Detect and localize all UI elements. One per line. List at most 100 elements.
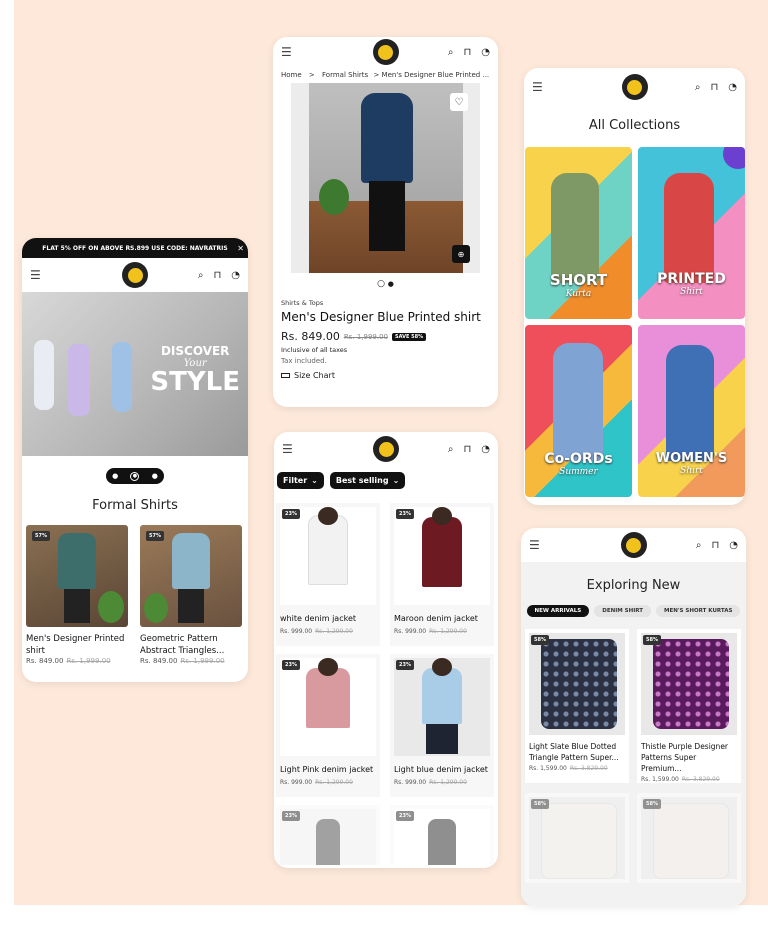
- product-price: Rs. 849.00: [281, 330, 340, 343]
- tab-new-arrivals[interactable]: NEW ARRIVALS: [526, 605, 590, 617]
- collection-short-kurta[interactable]: SHORT Kurta: [525, 147, 632, 319]
- filter-button[interactable]: Filter ⌄: [277, 472, 324, 489]
- product-card[interactable]: 58%: [525, 793, 629, 883]
- logo[interactable]: [621, 74, 648, 100]
- sort-button[interactable]: Best selling ⌄: [329, 472, 406, 489]
- product-name[interactable]: Maroon denim jacket: [394, 613, 490, 625]
- header: ☰ ⌕ ⊓ ◔: [273, 37, 498, 67]
- support-icon[interactable]: ◔: [231, 270, 240, 281]
- product-card[interactable]: 23% Maroon denim jacket Rs. 999.00 Rs. 1,…: [390, 503, 494, 646]
- support-icon[interactable]: ◔: [729, 540, 738, 551]
- discount-badge: 58%: [531, 799, 549, 809]
- model-figure: [34, 340, 54, 410]
- bag-icon[interactable]: ⊓: [710, 82, 718, 93]
- search-icon[interactable]: ⌕: [696, 540, 702, 551]
- menu-icon[interactable]: ☰: [30, 268, 41, 282]
- hero-banner[interactable]: DISCOVER Your STYLE: [22, 292, 248, 456]
- product-name[interactable]: Men's Designer Printed shirt: [26, 633, 128, 657]
- search-icon[interactable]: ⌕: [448, 47, 454, 58]
- bag-icon[interactable]: ⊓: [463, 47, 471, 58]
- bag-icon[interactable]: ⊓: [213, 270, 221, 281]
- size-chart-label: Size Chart: [294, 371, 335, 380]
- exploring-title: Exploring New: [586, 578, 681, 593]
- product-category: Shirts & Tops: [281, 299, 324, 307]
- banner-line-3: STYLE: [150, 367, 240, 397]
- breadcrumb-home[interactable]: Home: [281, 71, 302, 79]
- collection-womens-shirt[interactable]: WOMEN'S Shirt: [638, 325, 745, 497]
- gallery-dots[interactable]: ○ ●: [273, 279, 498, 289]
- menu-icon[interactable]: ☰: [529, 538, 540, 552]
- size-chart-link[interactable]: Size Chart: [281, 371, 490, 380]
- product-grid: 57% Men's Designer Printed shirt Rs. 849…: [22, 525, 248, 665]
- product-name[interactable]: white denim jacket: [280, 613, 376, 625]
- menu-icon[interactable]: ☰: [281, 45, 292, 59]
- product-price: Rs. 999.00 Rs. 1,299.00: [280, 628, 353, 635]
- search-icon[interactable]: ⌕: [198, 270, 204, 281]
- logo[interactable]: [372, 39, 399, 65]
- support-icon[interactable]: ◔: [481, 444, 490, 455]
- logo[interactable]: [122, 262, 148, 288]
- discount-badge: 57%: [146, 531, 164, 541]
- bag-icon[interactable]: ⊓: [711, 540, 719, 551]
- collection-printed-shirt[interactable]: PRINTED Shirt: [638, 147, 745, 319]
- product-card[interactable]: 57% Men's Designer Printed shirt Rs. 849…: [26, 525, 128, 665]
- tax-included: Tax included.: [281, 357, 327, 365]
- logo[interactable]: [373, 436, 399, 462]
- support-icon[interactable]: ◔: [481, 47, 490, 58]
- logo[interactable]: [620, 532, 647, 558]
- product-name[interactable]: Light blue denim jacket: [394, 764, 490, 776]
- product-name[interactable]: Light Pink denim jacket: [280, 764, 376, 776]
- product-price: Rs. 849.00 Rs. 1,999.00: [140, 657, 225, 665]
- model-figure: [68, 344, 90, 416]
- product-image: [394, 507, 490, 605]
- product-image: [529, 633, 625, 735]
- search-icon[interactable]: ⌕: [448, 444, 454, 455]
- collection-coords[interactable]: Co-ORDs Summer: [525, 325, 632, 497]
- product-name[interactable]: Geometric Pattern Abstract Triangles...: [140, 633, 242, 657]
- zoom-icon[interactable]: ⊕: [452, 245, 470, 263]
- tab-denim-shirt[interactable]: DENIM SHIRT: [594, 605, 651, 617]
- menu-icon[interactable]: ☰: [282, 442, 293, 456]
- menu-icon[interactable]: ☰: [532, 80, 543, 94]
- exploring-body: Exploring New NEW ARRIVALS DENIM SHIRT M…: [521, 562, 746, 906]
- banner-line-1: DISCOVER: [160, 344, 230, 358]
- collection-name: WOMEN'S: [655, 451, 728, 466]
- announcement-text: FLAT 5% OFF ON ABOVE RS.899 USE CODE: NA…: [42, 244, 228, 252]
- collection-name: SHORT: [549, 271, 608, 289]
- filter-label: Filter: [283, 476, 308, 485]
- support-icon[interactable]: ◔: [728, 82, 737, 93]
- close-icon[interactable]: ✕: [237, 244, 244, 253]
- bag-icon[interactable]: ⊓: [463, 444, 471, 455]
- slider-dots[interactable]: ● ● ●: [106, 468, 164, 484]
- product-name[interactable]: Light Slate Blue Dotted Triangle Pattern…: [529, 741, 625, 763]
- discount-badge: 58%: [643, 635, 661, 645]
- search-icon[interactable]: ⌕: [695, 82, 701, 93]
- collections-grid: SHORT Kurta PRINTED Shirt Co-ORDs Summer…: [524, 133, 745, 497]
- exploring-screen: ☰ ⌕ ⊓ ◔ Exploring New NEW ARRIVALS DENIM S…: [521, 528, 746, 906]
- product-card[interactable]: 23% Light Pink denim jacket Rs. 999.00 Rs…: [276, 654, 380, 797]
- collection-name: PRINTED: [657, 271, 726, 287]
- collection-sub: Summer: [559, 467, 598, 477]
- product-gallery[interactable]: ♡ ⊕: [291, 83, 480, 273]
- product-card[interactable]: 23% white denim jacket Rs. 999.00 Rs. 1,2…: [276, 503, 380, 646]
- filter-bar: Filter ⌄ Best selling ⌄: [274, 466, 498, 495]
- product-grid: 23% white denim jacket Rs. 999.00 Rs. 1,2…: [274, 495, 498, 865]
- product-card[interactable]: 58%: [637, 793, 741, 883]
- chevron-down-icon: ⌄: [311, 476, 318, 485]
- product-card[interactable]: 23%: [390, 805, 494, 865]
- product-name[interactable]: Thistle Purple Designer Patterns Super P…: [641, 741, 737, 774]
- tab-mens-short-kurtas[interactable]: MEN'S SHORT KURTAS: [656, 605, 741, 617]
- product-card[interactable]: 57% Geometric Pattern Abstract Triangles…: [140, 525, 242, 665]
- section-title: Formal Shirts: [92, 498, 178, 513]
- discount-badge: 23%: [282, 660, 300, 670]
- wishlist-icon[interactable]: ♡: [450, 93, 468, 111]
- banner-text: DISCOVER Your STYLE: [150, 344, 240, 395]
- product-card[interactable]: 23% Light blue denim jacket Rs. 999.00 Rs…: [390, 654, 494, 797]
- product-image: [394, 658, 490, 756]
- product-card[interactable]: 23%: [276, 805, 380, 865]
- collection-name: Co-ORDs: [544, 451, 613, 467]
- product-card[interactable]: 58% Light Slate Blue Dotted Triangle Pat…: [525, 629, 629, 783]
- product-card[interactable]: 58% Thistle Purple Designer Patterns Sup…: [637, 629, 741, 783]
- compare-price: Rs. 1,999.00: [343, 332, 388, 341]
- breadcrumb-category[interactable]: Formal Shirts: [322, 71, 368, 79]
